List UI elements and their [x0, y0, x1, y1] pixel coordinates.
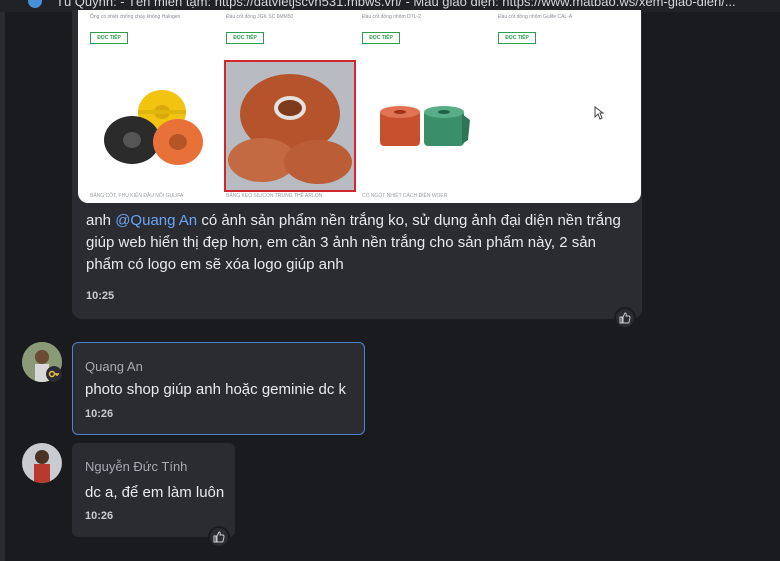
product-caption: Đầu cốt đồng nhôm Gulife CAL-A: [498, 14, 573, 20]
mouse-cursor-icon: [594, 106, 604, 120]
message-time: 10:26: [85, 510, 114, 522]
read-more-button[interactable]: ĐỌC TIẾP: [90, 32, 128, 44]
message-text: photo shop giúp anh hoặc geminie dc k: [85, 381, 347, 398]
sender-name[interactable]: Nguyễn Đức Tính: [85, 459, 187, 474]
product-caption: Ống co nhiệt chống cháy không Halogen: [90, 14, 181, 20]
admin-key-badge: [46, 366, 62, 382]
product-caption: Đầu cốt đồng JGK SC 6MM50: [226, 14, 294, 20]
like-button[interactable]: [208, 526, 230, 548]
heat-shrink-image: [380, 106, 470, 146]
message-text-part: anh: [86, 212, 116, 229]
read-more-button[interactable]: ĐỌC TIẾP: [226, 32, 264, 44]
avatar[interactable]: [22, 443, 62, 483]
selected-product-image[interactable]: [224, 60, 356, 192]
tape-rolls-image: [104, 90, 203, 165]
message-time: 10:26: [85, 408, 114, 420]
read-more-button[interactable]: ĐỌC TIẾP: [498, 32, 536, 44]
message-text: anh @Quang An có ảnh sản phẩm nền trắng …: [86, 210, 626, 276]
message-time: 10:25: [86, 290, 115, 302]
left-rail: [0, 0, 5, 561]
image-preview[interactable]: Ống co nhiệt chống cháy không Halogen Đầ…: [78, 10, 641, 203]
sender-name[interactable]: Quang An: [85, 359, 143, 374]
product-name: CO NGÓT NHIỆT CÁCH ĐIỆN WOER: [362, 193, 448, 199]
thumbs-up-icon: [619, 312, 631, 324]
message-text: dc a, để em làm luôn: [85, 484, 225, 501]
product-caption: Đầu cốt đồng nhôm DTL-2: [362, 14, 421, 20]
thumbs-up-icon: [213, 531, 225, 543]
quoted-message-text: Tú Quỳnh: - Tên miền tạm: https://datvie…: [56, 0, 736, 9]
like-button[interactable]: [614, 307, 636, 329]
quote-icon: [28, 0, 42, 8]
product-name: BĂNG CỐT, PHỤ KIỆN ĐẦU NỐI GULIFA: [90, 193, 184, 199]
read-more-button[interactable]: ĐỌC TIẾP: [362, 32, 400, 44]
user-mention[interactable]: @Quang An: [115, 212, 197, 229]
key-icon: [48, 370, 59, 378]
product-name: BĂNG KEO SILICON TRUNG THẾ ARLON: [226, 193, 323, 199]
